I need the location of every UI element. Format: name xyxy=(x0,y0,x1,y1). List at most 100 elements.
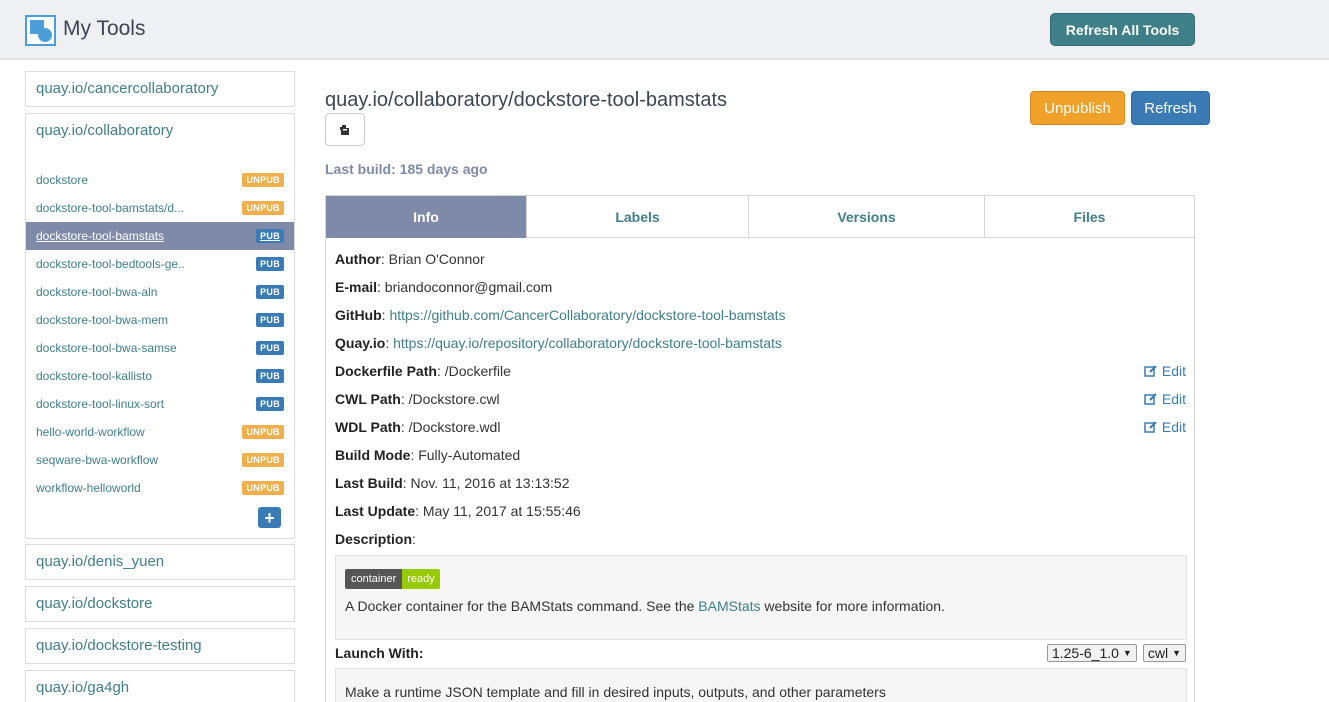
sidebar-tool-item[interactable]: dockstore-tool-bwa-aln PUB xyxy=(26,278,294,306)
status-badge: PUB xyxy=(256,313,284,327)
sidebar-tool-item[interactable]: hello-world-workflow UNPUB xyxy=(26,418,294,446)
status-badge: UNPUB xyxy=(242,173,284,187)
dockerfile-value: /Dockerfile xyxy=(444,363,511,379)
author-row: Author: Brian O'Connor xyxy=(335,251,485,267)
sidebar-org-dockstore[interactable]: quay.io/dockstore xyxy=(25,586,295,622)
quay-link[interactable]: https://quay.io/repository/collaboratory… xyxy=(393,335,782,351)
edit-cwl-button[interactable]: Edit xyxy=(1144,391,1186,407)
dockstore-logo-icon[interactable] xyxy=(25,15,56,46)
sidebar-tool-item[interactable]: dockstore-tool-bamstats/d... UNPUB xyxy=(26,194,294,222)
launch-instructions-box: Make a runtime JSON template and fill in… xyxy=(335,668,1187,702)
last-build-summary: Last build: 185 days ago xyxy=(325,161,488,177)
star-button[interactable] xyxy=(325,113,365,146)
last-update-value: May 11, 2017 at 15:55:46 xyxy=(422,503,581,519)
wdl-label: WDL Path xyxy=(335,419,401,435)
unpublish-button[interactable]: Unpublish xyxy=(1030,91,1125,125)
status-badge: PUB xyxy=(256,229,284,243)
last-build-row: Last Build: Nov. 11, 2016 at 13:13:52 xyxy=(335,475,570,491)
sidebar-org-ga4gh[interactable]: quay.io/ga4gh xyxy=(25,670,295,702)
github-row: GitHub: https://github.com/CancerCollabo… xyxy=(335,307,786,323)
bamstats-link[interactable]: BAMStats xyxy=(698,598,760,614)
tool-name: dockstore-tool-bwa-aln xyxy=(36,285,158,299)
author-value: Brian O'Connor xyxy=(388,251,485,267)
build-mode-row: Build Mode: Fully-Automated xyxy=(335,447,521,463)
sidebar-tool-item-active[interactable]: dockstore-tool-bamstats PUB xyxy=(26,222,294,250)
description-row: Description: xyxy=(335,531,416,547)
badge-left: container xyxy=(345,569,403,589)
tab-info[interactable]: Info xyxy=(326,196,527,238)
author-label: Author xyxy=(335,251,381,267)
tool-name: dockstore-tool-linux-sort xyxy=(36,397,165,411)
tool-name: workflow-helloworld xyxy=(36,481,141,495)
top-navbar: My Tools Refresh All Tools xyxy=(0,0,1329,60)
last-update-row: Last Update: May 11, 2017 at 15:55:46 xyxy=(335,503,581,519)
status-badge: PUB xyxy=(256,285,284,299)
sidebar-tool-item[interactable]: workflow-helloworld UNPUB xyxy=(26,474,294,502)
launch-with-row: Launch With: xyxy=(335,645,424,661)
tool-details-panel: Info Labels Versions Files Author: Brian… xyxy=(325,195,1195,702)
email-value: briandoconnor@gmail.com xyxy=(384,279,553,295)
status-badge: PUB xyxy=(256,397,284,411)
edit-icon xyxy=(1144,393,1157,405)
tab-labels[interactable]: Labels xyxy=(527,196,749,238)
tool-name: dockstore-tool-bamstats/d... xyxy=(36,201,185,215)
sidebar-tool-item[interactable]: dockstore UNPUB xyxy=(26,166,294,194)
edit-wdl-button[interactable]: Edit xyxy=(1144,419,1186,435)
sidebar-tool-item[interactable]: dockstore-tool-bedtools-ge.. PUB xyxy=(26,250,294,278)
tool-name: dockstore-tool-bwa-samse xyxy=(36,341,177,355)
tool-title: quay.io/collaboratory/dockstore-tool-bam… xyxy=(325,89,728,111)
chevron-down-icon: ▼ xyxy=(1122,648,1132,658)
tool-name: dockstore-tool-bamstats xyxy=(36,229,165,243)
sidebar-org-collaboratory[interactable]: quay.io/collaboratory xyxy=(26,114,294,150)
add-tool-button[interactable]: + xyxy=(258,507,281,528)
refresh-all-tools-button[interactable]: Refresh All Tools xyxy=(1050,13,1195,46)
quay-row: Quay.io: https://quay.io/repository/coll… xyxy=(335,335,782,351)
email-row: E-mail: briandoconnor@gmail.com xyxy=(335,279,553,295)
page-title: My Tools xyxy=(63,17,146,40)
cwl-value: /Dockstore.cwl xyxy=(408,391,500,407)
sidebar-tool-item[interactable]: seqware-bwa-workflow UNPUB xyxy=(26,446,294,474)
container-ready-badge: container ready xyxy=(345,569,440,589)
tool-name: dockstore-tool-kallisto xyxy=(36,369,153,383)
tool-name: hello-world-workflow xyxy=(36,425,145,439)
chevron-down-icon: ▼ xyxy=(1172,648,1181,658)
quay-label: Quay.io xyxy=(335,335,386,351)
launch-with-label: Launch With: xyxy=(335,645,424,661)
descriptor-select-value: cwl xyxy=(1147,645,1169,661)
edit-icon xyxy=(1144,365,1157,377)
email-label: E-mail xyxy=(335,279,378,295)
last-build-value: Nov. 11, 2016 at 13:13:52 xyxy=(410,475,570,491)
sidebar-org-denis-yuen[interactable]: quay.io/denis_yuen xyxy=(25,544,295,580)
wdl-value: /Dockstore.wdl xyxy=(408,419,501,435)
status-badge: UNPUB xyxy=(242,481,284,495)
sidebar-tool-item[interactable]: dockstore-tool-kallisto PUB xyxy=(26,362,294,390)
sidebar-tool-item[interactable]: dockstore-tool-bwa-mem PUB xyxy=(26,306,294,334)
description-text-after: website for more information. xyxy=(760,598,945,614)
github-label: GitHub xyxy=(335,307,382,323)
tab-files[interactable]: Files xyxy=(985,196,1194,238)
sidebar-tool-item[interactable]: dockstore-tool-linux-sort PUB xyxy=(26,390,294,418)
version-select[interactable]: 1.25-6_1.0 ▼ xyxy=(1046,644,1137,662)
tool-name: dockstore xyxy=(36,173,89,187)
sidebar-tool-item[interactable]: dockstore-tool-bwa-samse PUB xyxy=(26,334,294,362)
status-badge: UNPUB xyxy=(242,425,284,439)
description-box: container ready A Docker container for t… xyxy=(335,555,1187,640)
description-text-before: A Docker container for the BAMStats comm… xyxy=(345,598,699,614)
edit-label: Edit xyxy=(1161,419,1186,435)
github-link[interactable]: https://github.com/CancerCollaboratory/d… xyxy=(389,307,785,323)
status-badge: UNPUB xyxy=(242,201,284,215)
cwl-label: CWL Path xyxy=(335,391,401,407)
descriptor-select[interactable]: cwl ▼ xyxy=(1142,644,1186,662)
tab-versions[interactable]: Versions xyxy=(749,196,985,238)
edit-dockerfile-button[interactable]: Edit xyxy=(1144,363,1186,379)
refresh-button[interactable]: Refresh xyxy=(1131,91,1210,125)
tab-bar: Info Labels Versions Files xyxy=(326,196,1194,238)
dockerfile-row: Dockerfile Path: /Dockerfile xyxy=(335,363,511,379)
sidebar-org-cancercollaboratory[interactable]: quay.io/cancercollaboratory xyxy=(25,71,295,107)
build-mode-value: Fully-Automated xyxy=(418,447,521,463)
last-update-label: Last Update xyxy=(335,503,416,519)
tool-name: dockstore-tool-bedtools-ge.. xyxy=(36,257,185,271)
edit-label: Edit xyxy=(1161,363,1186,379)
tool-name: seqware-bwa-workflow xyxy=(36,453,159,467)
sidebar-org-dockstore-testing[interactable]: quay.io/dockstore-testing xyxy=(25,628,295,664)
